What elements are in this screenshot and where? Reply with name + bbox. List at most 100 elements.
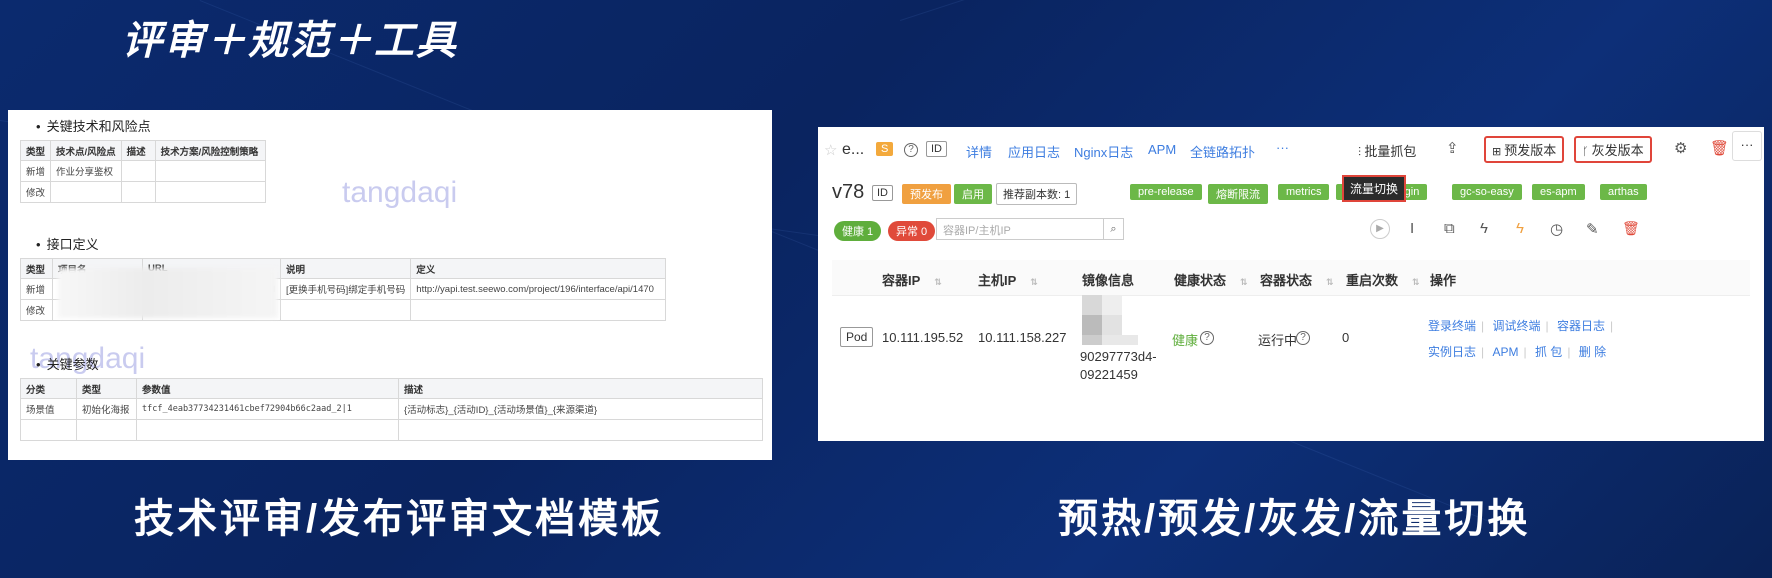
edit-icon[interactable]: ✎ xyxy=(1586,220,1599,238)
table-cell: {活动标志}_{活动ID}_{活动场景值}_{来源渠道} xyxy=(398,398,763,420)
nav-link-apm[interactable]: APM xyxy=(1148,142,1176,157)
container-log-link[interactable]: 容器日志 xyxy=(1557,319,1605,333)
play-icon[interactable]: ▶ xyxy=(1370,219,1390,239)
version-id-button[interactable]: ID xyxy=(872,185,893,201)
table-header[interactable]: 容器IP ⇅ xyxy=(882,270,942,289)
container-ip: 10.111.195.52 xyxy=(882,330,964,345)
search-input[interactable]: 容器IP/主机IP xyxy=(936,218,1104,240)
delete-icon[interactable]: 🗑 xyxy=(1622,220,1640,237)
table-header[interactable]: 重启次数 ⇅ xyxy=(1346,270,1420,289)
sort-icon: ⇅ xyxy=(1412,277,1420,287)
table-cell-link[interactable]: http://yapi.test.seewo.com/project/196/i… xyxy=(410,278,667,300)
container-status: 运行中 xyxy=(1258,333,1298,348)
gray-release-version-label: 灰发版本 xyxy=(1591,143,1644,158)
gray-release-version-button[interactable]: ᚴ 灰发版本 xyxy=(1574,136,1652,163)
env-tag-pre-release[interactable]: pre-release xyxy=(1130,184,1202,200)
lightning-icon[interactable]: ϟ xyxy=(1516,220,1524,237)
trash-icon[interactable]: 🗑 xyxy=(1710,139,1729,157)
deploy-ops-panel: ☆ e... S ? ID 详情 应用日志 Nginx日志 APM 全链路拓扑 … xyxy=(818,127,1764,441)
id-button[interactable]: ID xyxy=(926,141,947,157)
instance-log-link[interactable]: 实例日志 xyxy=(1428,345,1476,359)
table-header-row: 容器IP ⇅ 主机IP ⇅ 镜像信息 健康状态 ⇅ 容器状态 ⇅ 重启次数 ⇅ 操作 xyxy=(832,260,1750,296)
table-header: 类型 xyxy=(20,258,53,279)
nav-link-app-log[interactable]: 应用日志 xyxy=(1008,142,1060,161)
table-row xyxy=(20,419,763,441)
healthy-count-pill[interactable]: 健康 1 xyxy=(834,221,882,241)
table-row: 场景值 初始化海报 tfcf_4eab37734231461cbef72904b… xyxy=(20,398,763,420)
table-cell: 修改 xyxy=(20,299,53,321)
gear-icon[interactable]: ⚙ xyxy=(1674,139,1687,157)
sort-icon: ⇅ xyxy=(1326,277,1334,287)
table-cell: [更换手机号码]绑定手机号码 xyxy=(279,278,412,300)
table-header: 技术点/风险点 xyxy=(50,140,122,161)
table-header: 镜像信息 xyxy=(1082,273,1135,288)
section-title-risks: 关键技术和风险点 xyxy=(36,116,151,135)
image-tag-line1: 90297773d4- xyxy=(1080,349,1157,364)
nav-link-topology[interactable]: 全链路拓扑 xyxy=(1190,142,1255,161)
help-icon[interactable]: ? xyxy=(904,143,918,157)
table-cell xyxy=(279,299,412,321)
help-icon[interactable]: ? xyxy=(1200,331,1214,345)
table-cell xyxy=(50,181,122,203)
health-status: 健康 xyxy=(1172,333,1199,348)
nav-link-details[interactable]: 详情 xyxy=(966,142,992,161)
login-terminal-link[interactable]: 登录终端 xyxy=(1428,319,1476,333)
help-icon[interactable]: ? xyxy=(1296,331,1310,345)
env-tag-arthas[interactable]: arthas xyxy=(1600,184,1647,200)
table-cell xyxy=(136,419,399,441)
env-tag-es-apm[interactable]: es-apm xyxy=(1532,184,1585,200)
table-header[interactable]: 主机IP ⇅ xyxy=(978,270,1038,289)
nav-link-nginx-log[interactable]: Nginx日志 xyxy=(1074,142,1133,161)
search-icon[interactable]: ⌕ xyxy=(1104,218,1124,240)
lightning-outline-icon[interactable]: ϟ xyxy=(1480,220,1488,237)
copy-icon[interactable]: ⧉ xyxy=(1444,220,1455,237)
batch-capture-button[interactable]: ⫶ 批量抓包 xyxy=(1358,141,1416,160)
section-title-api: 接口定义 xyxy=(36,234,99,253)
sort-icon: ⇅ xyxy=(1030,277,1038,287)
table-header[interactable]: 容器状态 ⇅ xyxy=(1260,270,1334,289)
more-icon[interactable]: ··· xyxy=(1276,140,1289,155)
capture-link[interactable]: 抓 包 xyxy=(1535,345,1562,359)
table-cell xyxy=(76,419,137,441)
table-cell: tfcf_4eab37734231461cbef72904b66c2aad_2|… xyxy=(136,398,399,420)
env-tag-metrics[interactable]: metrics xyxy=(1278,184,1330,200)
doc-template-panel: 关键技术和风险点 类型 技术点/风险点 描述 技术方案/风险控制策略 新增 作业… xyxy=(8,110,772,460)
env-tag-gc-so-easy[interactable]: gc-so-easy xyxy=(1452,184,1522,200)
table-cell xyxy=(154,181,266,203)
table-cell xyxy=(20,419,77,441)
params-table: 分类 类型 参数值 描述 场景值 初始化海报 tfcf_4eab37734231… xyxy=(20,378,763,441)
text-cursor-icon[interactable]: Ι xyxy=(1410,220,1414,237)
history-icon[interactable]: ◷ xyxy=(1550,220,1563,238)
table-cell xyxy=(154,160,266,182)
slide-title: 评审＋规范＋工具 xyxy=(122,19,458,63)
env-tag-circuit-breaker[interactable]: 熔断限流 xyxy=(1208,184,1268,204)
table-cell: 场景值 xyxy=(20,398,77,420)
more-menu-button[interactable]: ··· xyxy=(1732,131,1762,161)
debug-terminal-link[interactable]: 调试终端 xyxy=(1492,319,1540,333)
delete-link[interactable]: 删 除 xyxy=(1579,345,1606,359)
upload-icon[interactable]: ⇪ xyxy=(1446,139,1459,157)
apm-link[interactable]: APM xyxy=(1492,345,1518,359)
watermark: tangdaqi xyxy=(342,176,458,209)
row-actions-line2: 实例日志 | APM | 抓 包 | 删 除 xyxy=(1428,345,1607,359)
restart-count: 0 xyxy=(1342,330,1350,345)
pre-release-version-label: 预发版本 xyxy=(1504,143,1557,158)
table-header: 参数值 xyxy=(136,378,399,399)
plus-square-icon: ⊞ xyxy=(1492,146,1505,158)
table-cell xyxy=(398,419,763,441)
batch-capture-label: 批量抓包 xyxy=(1364,144,1417,159)
table-header: 分类 xyxy=(20,378,77,399)
table-cell: 新增 xyxy=(19,160,52,182)
table-header[interactable]: 健康状态 ⇅ xyxy=(1174,270,1248,289)
star-icon[interactable]: ☆ xyxy=(824,141,837,159)
table-header-row: 分类 类型 参数值 描述 xyxy=(20,378,763,399)
table-header: 定义 xyxy=(410,258,667,279)
table-cell: 新增 xyxy=(20,278,53,300)
section-title-params: 关键参数 xyxy=(36,354,99,373)
table-row: 修改 xyxy=(19,181,266,203)
pre-release-version-button[interactable]: ⊞ 预发版本 xyxy=(1484,136,1565,163)
error-count-pill[interactable]: 异常 0 xyxy=(888,221,936,241)
pod-type-tag: Pod xyxy=(840,327,874,347)
risks-table: 类型 技术点/风险点 描述 技术方案/风险控制策略 新增 作业分享鉴权 修改 xyxy=(19,140,266,203)
table-cell: 初始化海报 xyxy=(76,398,137,420)
